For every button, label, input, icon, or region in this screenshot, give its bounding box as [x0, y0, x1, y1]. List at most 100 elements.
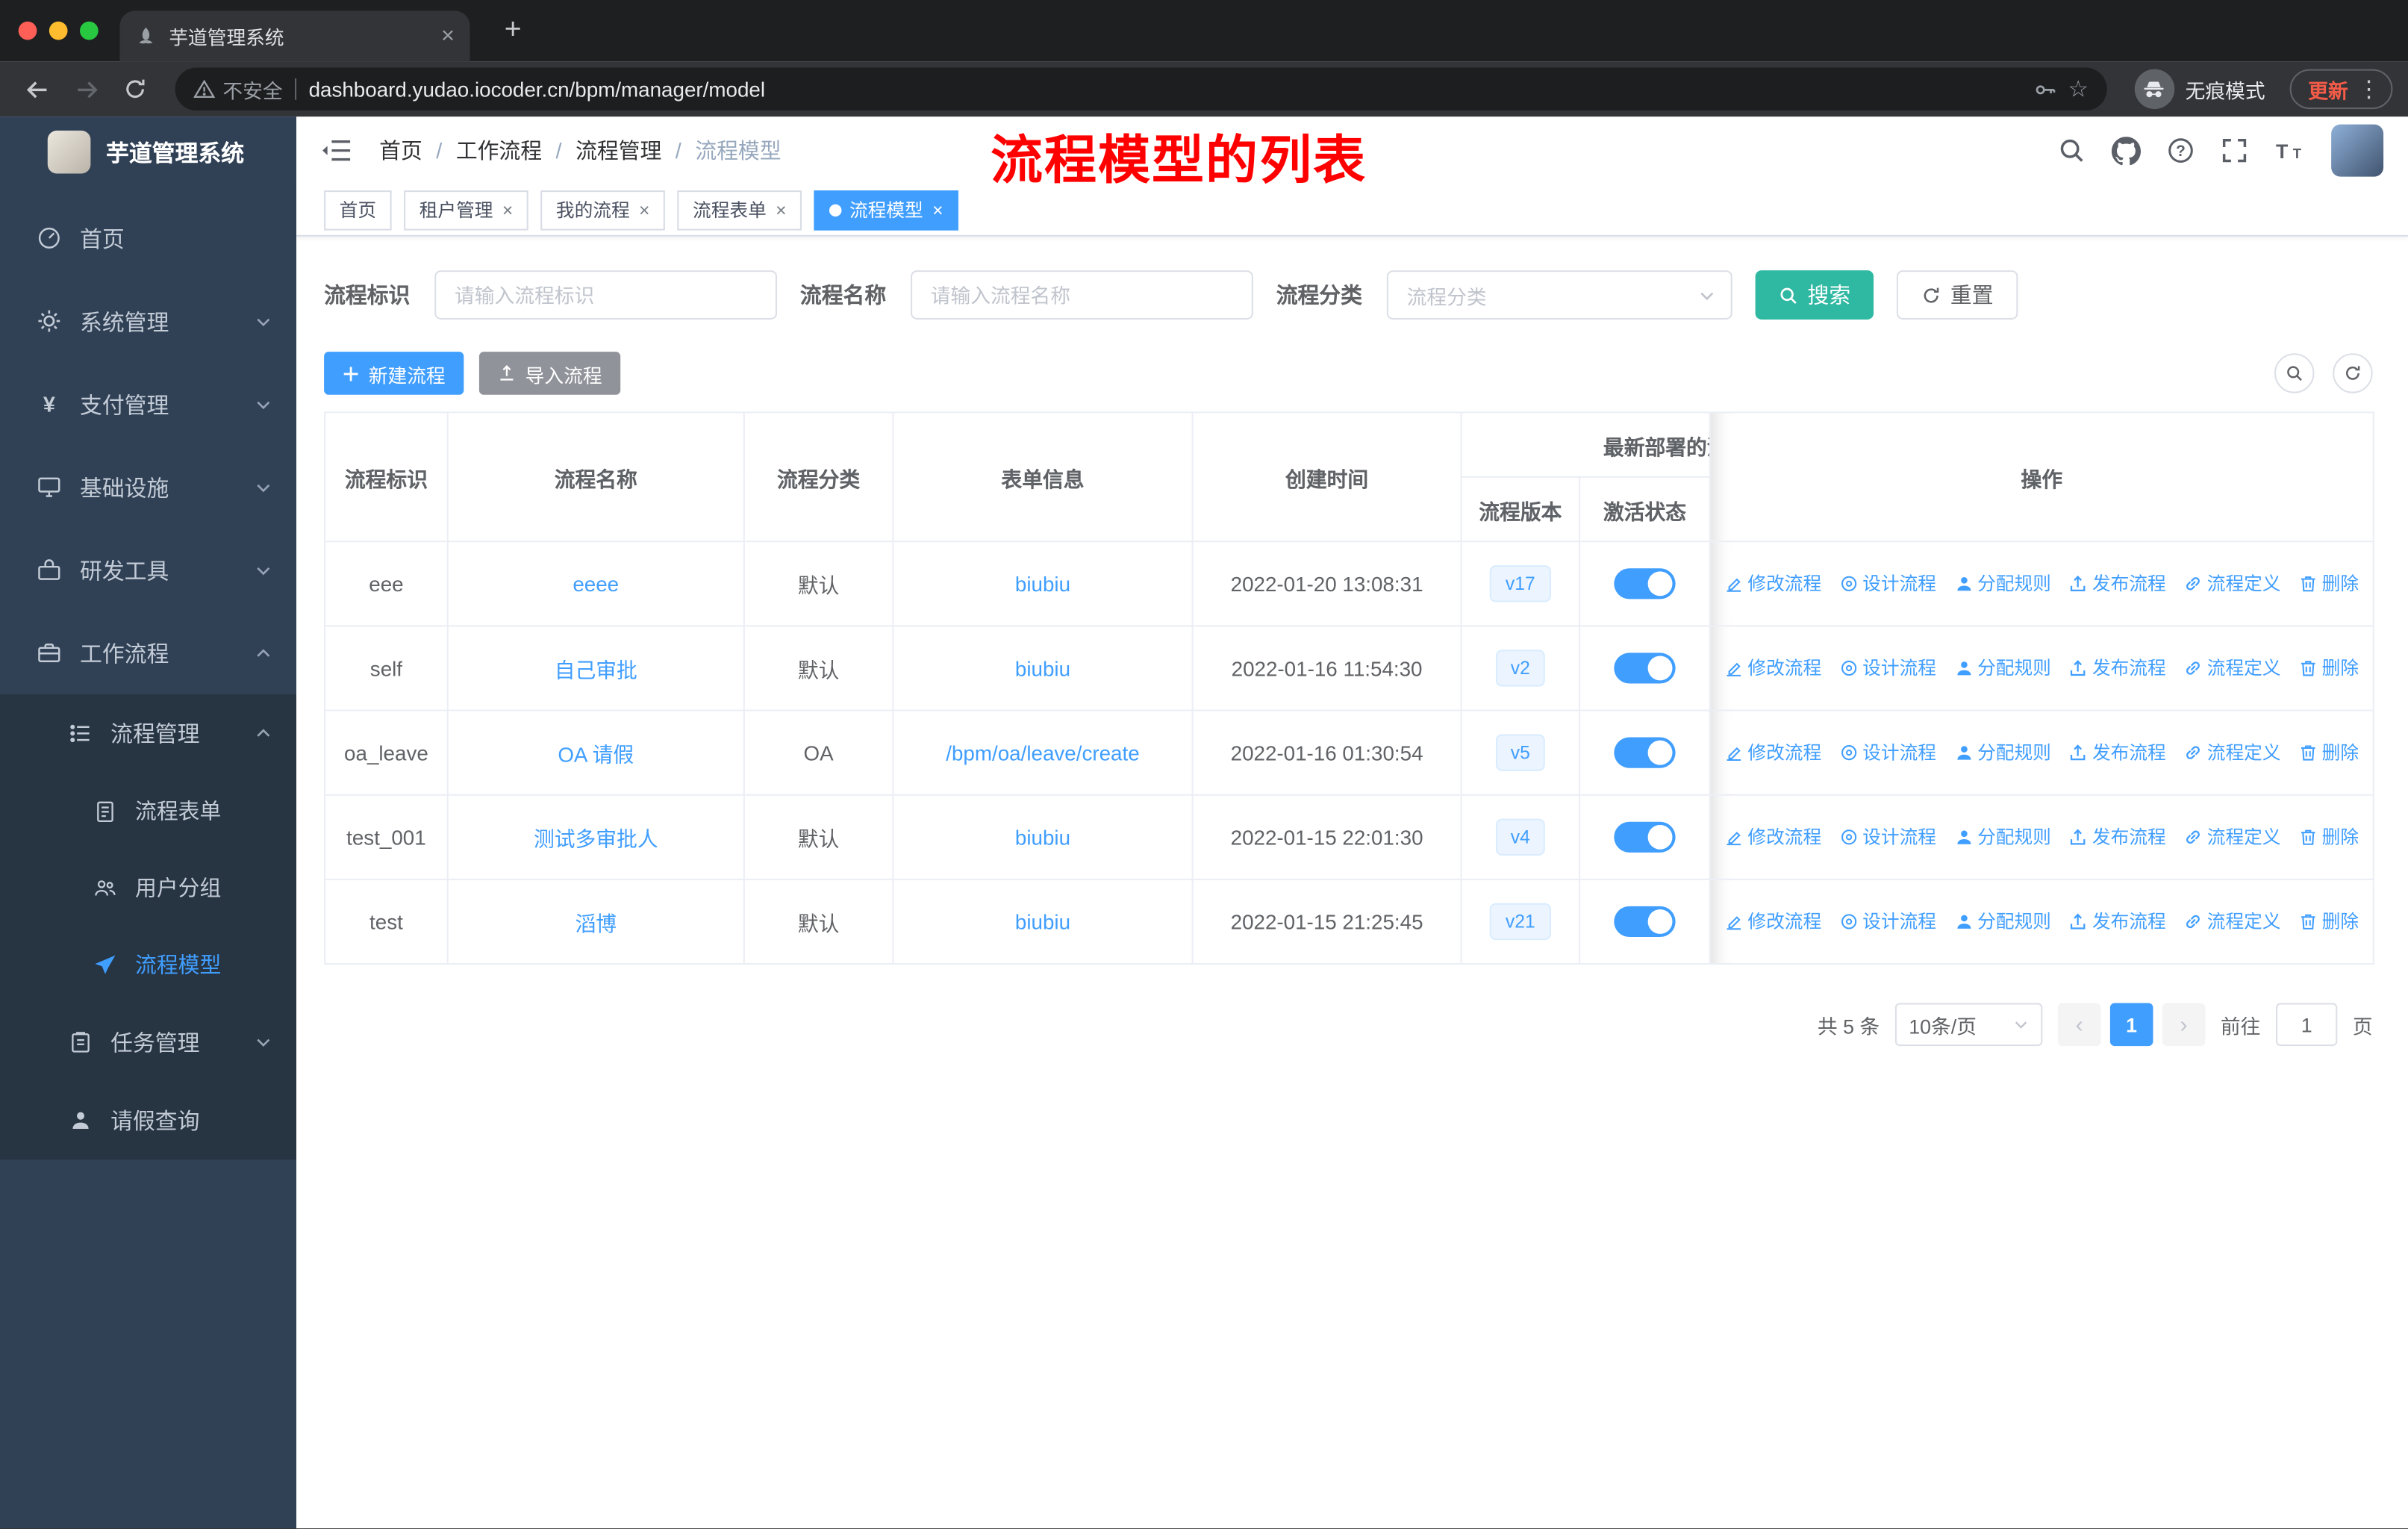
refresh-table-button[interactable] — [2333, 353, 2373, 393]
assign-rule-link[interactable]: 分配规则 — [1954, 739, 2051, 765]
form-info-link[interactable]: biubiu — [1015, 572, 1070, 595]
tab-close-icon[interactable]: × — [441, 25, 455, 48]
close-icon[interactable]: × — [932, 199, 943, 220]
user-avatar[interactable] — [2331, 124, 2384, 177]
process-name-link[interactable]: OA 请假 — [558, 744, 634, 767]
reset-button[interactable]: 重置 — [1896, 270, 2018, 320]
close-icon[interactable]: × — [502, 199, 513, 220]
page-size-select[interactable]: 10条/页 — [1894, 1003, 2043, 1047]
delete-process-link[interactable]: 删除 — [2299, 655, 2359, 681]
design-process-link[interactable]: 设计流程 — [1839, 570, 1936, 597]
font-size-icon[interactable]: TT — [2274, 138, 2305, 163]
tag-process-form[interactable]: 流程表单 × — [677, 190, 802, 230]
process-definition-link[interactable]: 流程定义 — [2184, 655, 2281, 681]
forward-button[interactable] — [64, 68, 107, 111]
search-icon[interactable] — [2058, 137, 2086, 164]
sidebar-item-home[interactable]: 首页 — [0, 196, 296, 279]
close-icon[interactable]: × — [639, 199, 649, 220]
fullscreen-icon[interactable] — [2221, 137, 2248, 164]
window-minimize-button[interactable] — [49, 21, 68, 40]
tag-tenant-management[interactable]: 租户管理 × — [404, 190, 528, 230]
active-toggle[interactable] — [1614, 821, 1676, 853]
sidebar-item-process-management[interactable]: 流程管理 — [0, 694, 297, 773]
window-zoom-button[interactable] — [79, 21, 99, 40]
edit-process-link[interactable]: 修改流程 — [1725, 908, 1821, 934]
breadcrumb-workflow[interactable]: 工作流程 — [456, 135, 542, 166]
delete-process-link[interactable]: 删除 — [2299, 823, 2359, 850]
prev-page-button[interactable]: ‹ — [2057, 1003, 2101, 1047]
publish-process-link[interactable]: 发布流程 — [2069, 823, 2166, 850]
bookmark-star-icon[interactable]: ☆ — [2068, 75, 2089, 103]
design-process-link[interactable]: 设计流程 — [1839, 739, 1936, 765]
process-definition-link[interactable]: 流程定义 — [2184, 823, 2281, 850]
breadcrumb-process-management[interactable]: 流程管理 — [576, 135, 661, 166]
process-definition-link[interactable]: 流程定义 — [2184, 908, 2281, 934]
show-search-button[interactable] — [2274, 353, 2315, 393]
assign-rule-link[interactable]: 分配规则 — [1954, 570, 2051, 597]
process-name-link[interactable]: 测试多审批人 — [534, 828, 658, 851]
design-process-link[interactable]: 设计流程 — [1839, 908, 1936, 934]
assign-rule-link[interactable]: 分配规则 — [1954, 908, 2051, 934]
sidebar-item-devtools[interactable]: 研发工具 — [0, 529, 296, 611]
form-info-link[interactable]: biubiu — [1015, 826, 1070, 849]
sidebar-item-workflow[interactable]: 工作流程 — [0, 611, 296, 694]
process-id-input[interactable] — [434, 270, 778, 320]
back-button[interactable] — [16, 68, 59, 111]
process-name-input[interactable] — [911, 270, 1253, 320]
page-1-button[interactable]: 1 — [2109, 1003, 2153, 1047]
search-button[interactable]: 搜索 — [1755, 270, 1874, 320]
assign-rule-link[interactable]: 分配规则 — [1954, 655, 2051, 681]
browser-update-button[interactable]: 更新 ⋮ — [2289, 69, 2393, 110]
more-menu-icon[interactable]: ⋮ — [2357, 75, 2380, 103]
new-tab-button[interactable]: + — [494, 12, 531, 49]
assign-rule-link[interactable]: 分配规则 — [1954, 823, 2051, 850]
breadcrumb-home[interactable]: 首页 — [379, 135, 422, 166]
design-process-link[interactable]: 设计流程 — [1839, 655, 1936, 681]
publish-process-link[interactable]: 发布流程 — [2069, 655, 2166, 681]
form-info-link[interactable]: biubiu — [1015, 910, 1070, 933]
close-icon[interactable]: × — [776, 199, 786, 220]
active-toggle[interactable] — [1614, 653, 1676, 684]
incognito-indicator[interactable]: 无痕模式 — [2134, 69, 2265, 110]
sidebar-item-infrastructure[interactable]: 基础设施 — [0, 446, 296, 529]
edit-process-link[interactable]: 修改流程 — [1725, 655, 1821, 681]
publish-process-link[interactable]: 发布流程 — [2069, 739, 2166, 765]
process-name-link[interactable]: 自己审批 — [555, 659, 637, 682]
collapse-sidebar-icon[interactable] — [321, 138, 355, 163]
active-toggle[interactable] — [1614, 906, 1676, 938]
active-toggle[interactable] — [1614, 737, 1676, 768]
publish-process-link[interactable]: 发布流程 — [2069, 908, 2166, 934]
tag-home[interactable]: 首页 — [324, 190, 392, 230]
goto-page-input[interactable] — [2276, 1003, 2338, 1047]
design-process-link[interactable]: 设计流程 — [1839, 823, 1936, 850]
process-name-link[interactable]: 滔博 — [575, 912, 617, 935]
tag-process-model[interactable]: 流程模型 × — [814, 190, 959, 230]
window-close-button[interactable] — [18, 21, 37, 40]
form-info-link[interactable]: /bpm/oa/leave/create — [946, 741, 1139, 764]
next-page-button[interactable]: › — [2162, 1003, 2206, 1047]
create-process-button[interactable]: 新建流程 — [324, 352, 464, 395]
app-logo[interactable]: 芋道管理系统 — [0, 116, 296, 187]
sidebar-item-system[interactable]: 系统管理 — [0, 279, 296, 362]
delete-process-link[interactable]: 删除 — [2299, 739, 2359, 765]
active-toggle[interactable] — [1614, 568, 1676, 600]
publish-process-link[interactable]: 发布流程 — [2069, 570, 2166, 597]
tag-my-process[interactable]: 我的流程 × — [540, 190, 666, 230]
process-category-select[interactable]: 流程分类 — [1386, 270, 1732, 320]
process-definition-link[interactable]: 流程定义 — [2184, 739, 2281, 765]
password-key-icon[interactable] — [2033, 78, 2056, 101]
address-bar[interactable]: 不安全 dashboard.yudao.iocoder.cn/bpm/manag… — [175, 67, 2107, 111]
import-process-button[interactable]: 导入流程 — [478, 352, 621, 395]
delete-process-link[interactable]: 删除 — [2299, 570, 2359, 597]
process-name-link[interactable]: eeee — [573, 572, 619, 595]
sidebar-item-process-model[interactable]: 流程模型 — [0, 926, 297, 1003]
process-definition-link[interactable]: 流程定义 — [2184, 570, 2281, 597]
sidebar-item-user-group[interactable]: 用户分组 — [0, 849, 297, 927]
reload-button[interactable] — [113, 68, 157, 111]
browser-tab[interactable]: 芋道管理系统 × — [119, 10, 470, 62]
edit-process-link[interactable]: 修改流程 — [1725, 823, 1821, 850]
github-icon[interactable] — [2111, 136, 2142, 165]
edit-process-link[interactable]: 修改流程 — [1725, 570, 1821, 597]
form-info-link[interactable]: biubiu — [1015, 657, 1070, 680]
delete-process-link[interactable]: 删除 — [2299, 908, 2359, 934]
